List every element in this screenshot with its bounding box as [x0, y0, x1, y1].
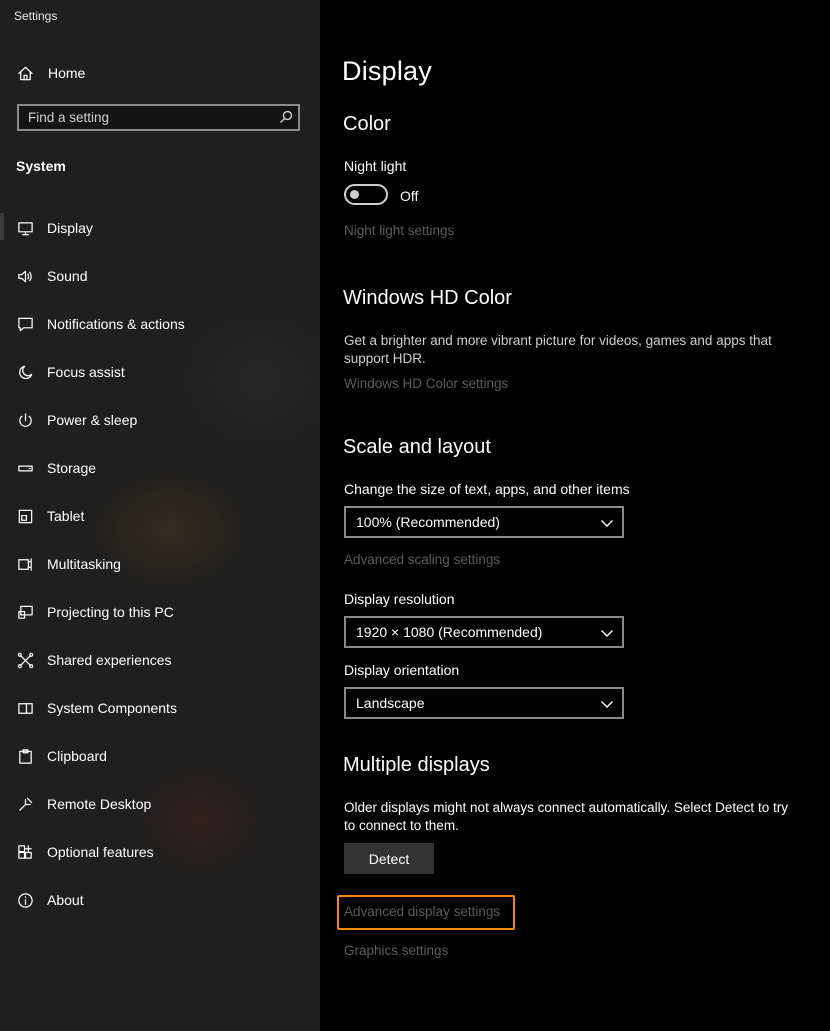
shared-experiences-icon [16, 651, 34, 669]
tablet-icon [16, 507, 34, 525]
hd-color-description: Get a brighter and more vibrant picture … [344, 333, 772, 366]
section-heading-color: Color [343, 113, 391, 135]
sidebar-item-power-sleep[interactable]: Power & sleep [0, 396, 320, 444]
section-heading-multiple-displays: Multiple displays [343, 754, 490, 776]
sidebar-item-display[interactable]: Display [0, 204, 320, 252]
sidebar-item-notifications[interactable]: Notifications & actions [0, 300, 320, 348]
nav-home-label: Home [48, 65, 86, 81]
detect-button[interactable]: Detect [344, 843, 434, 874]
optional-features-icon [16, 843, 34, 861]
sidebar-item-label: Display [47, 220, 93, 236]
section-heading-scale-layout: Scale and layout [343, 436, 491, 458]
sidebar-item-label: Storage [47, 460, 97, 476]
window-title: Settings [14, 9, 58, 23]
section-label-system: System [16, 158, 66, 174]
multiple-displays-description: Older displays might not always connect … [344, 800, 788, 833]
sidebar-item-label: Focus assist [47, 364, 125, 380]
home-icon [16, 64, 34, 82]
advanced-scaling-link[interactable]: Advanced scaling settings [344, 552, 500, 567]
search-icon[interactable] [279, 110, 293, 124]
sidebar-item-label: Shared experiences [47, 652, 172, 668]
sidebar-item-label: Power & sleep [47, 412, 138, 428]
sidebar-item-clipboard[interactable]: Clipboard [0, 732, 320, 780]
main-content: Display Color Night light Off Night ligh… [320, 0, 830, 1031]
projecting-icon [16, 603, 34, 621]
monitor-icon [16, 219, 34, 237]
sidebar: Settings Home System Display Sound [0, 0, 320, 1031]
scale-dropdown[interactable]: 100% (Recommended) [344, 506, 624, 538]
resolution-dropdown-value: 1920 × 1080 (Recommended) [356, 624, 543, 640]
sidebar-item-focus-assist[interactable]: Focus assist [0, 348, 320, 396]
chevron-down-icon [600, 697, 614, 709]
sidebar-item-label: Tablet [47, 508, 85, 524]
hd-color-settings-link[interactable]: Windows HD Color settings [344, 376, 508, 391]
sidebar-item-system-components[interactable]: System Components [0, 684, 320, 732]
nav-home[interactable]: Home [0, 58, 320, 88]
sidebar-item-remote-desktop[interactable]: Remote Desktop [0, 780, 320, 828]
search-box[interactable] [17, 104, 300, 131]
sidebar-item-shared-experiences[interactable]: Shared experiences [0, 636, 320, 684]
sidebar-item-label: Clipboard [47, 748, 107, 764]
night-light-toggle[interactable] [344, 184, 388, 205]
orientation-dropdown-value: Landscape [356, 695, 425, 711]
storage-icon [16, 459, 34, 477]
orientation-dropdown[interactable]: Landscape [344, 687, 624, 719]
power-icon [16, 411, 34, 429]
search-input[interactable] [19, 106, 278, 129]
sidebar-item-optional-features[interactable]: Optional features [0, 828, 320, 876]
notification-icon [16, 315, 34, 333]
advanced-display-settings-link[interactable]: Advanced display settings [344, 904, 500, 919]
sidebar-item-label: Remote Desktop [47, 796, 152, 812]
section-heading-hd-color: Windows HD Color [343, 287, 512, 309]
sidebar-item-label: Projecting to this PC [47, 604, 174, 620]
nav-list: Display Sound Notifications & actions Fo… [0, 204, 320, 924]
multitasking-icon [16, 555, 34, 573]
sidebar-item-about[interactable]: About [0, 876, 320, 924]
night-light-settings-link[interactable]: Night light settings [344, 223, 454, 238]
night-light-label: Night light [344, 158, 407, 174]
scale-dropdown-value: 100% (Recommended) [356, 514, 500, 530]
speaker-icon [16, 267, 34, 285]
resolution-label: Display resolution [344, 591, 455, 607]
graphics-settings-link[interactable]: Graphics settings [344, 943, 448, 958]
sidebar-item-label: System Components [47, 700, 177, 716]
system-components-icon [16, 699, 34, 717]
chevron-down-icon [600, 516, 614, 528]
scale-size-label: Change the size of text, apps, and other… [344, 481, 630, 497]
toggle-knob [350, 190, 359, 199]
clipboard-icon [16, 747, 34, 765]
sidebar-item-tablet[interactable]: Tablet [0, 492, 320, 540]
sidebar-item-label: Notifications & actions [47, 316, 185, 332]
moon-icon [16, 363, 34, 381]
sidebar-item-sound[interactable]: Sound [0, 252, 320, 300]
sidebar-item-label: Optional features [47, 844, 154, 860]
resolution-dropdown[interactable]: 1920 × 1080 (Recommended) [344, 616, 624, 648]
page-title: Display [342, 56, 432, 86]
orientation-label: Display orientation [344, 662, 460, 678]
sidebar-item-projecting[interactable]: Projecting to this PC [0, 588, 320, 636]
sidebar-item-multitasking[interactable]: Multitasking [0, 540, 320, 588]
sidebar-item-label: Multitasking [47, 556, 121, 572]
chevron-down-icon [600, 626, 614, 638]
night-light-state: Off [400, 188, 419, 204]
remote-desktop-icon [16, 795, 34, 813]
sidebar-item-storage[interactable]: Storage [0, 444, 320, 492]
sidebar-item-label: About [47, 892, 84, 908]
sidebar-item-label: Sound [47, 268, 88, 284]
info-icon [16, 891, 34, 909]
